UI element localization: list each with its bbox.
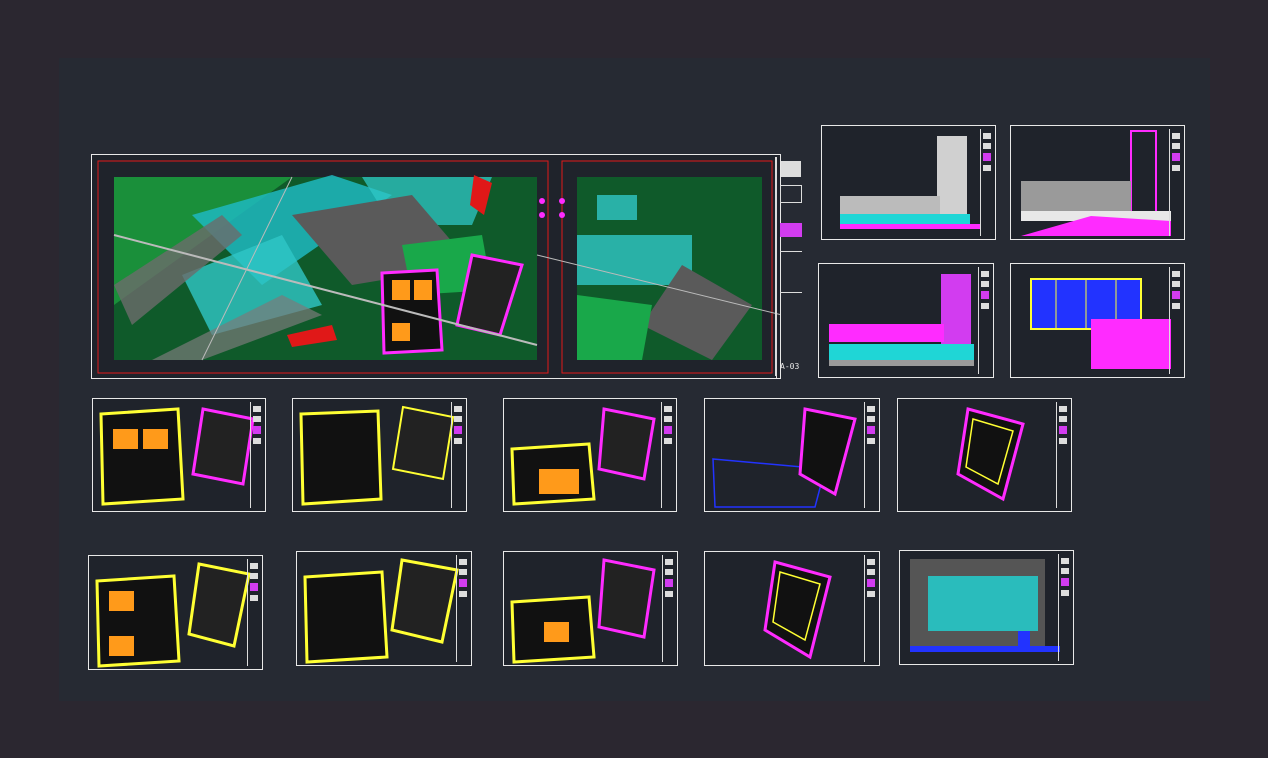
drawing-canvas[interactable]: A-03 [59, 58, 1210, 701]
plan-1-drawing [99, 407, 255, 506]
legend-swatch [780, 223, 802, 237]
elevation-sheet-4[interactable] [1010, 263, 1185, 378]
site-plan-drawing [97, 157, 780, 378]
elevation-2-drawing [1021, 130, 1171, 236]
floor-plan-sheet-5[interactable] [897, 398, 1072, 512]
plan-8-drawing [510, 558, 656, 664]
elevation-5-drawing [910, 559, 1060, 652]
sheet-code: A-03 [780, 362, 800, 371]
site-plan-sheet[interactable] [91, 154, 781, 379]
elevation-1-drawing [840, 136, 980, 229]
plan-9-drawing [763, 560, 832, 660]
floor-plan-sheet-6[interactable] [88, 555, 263, 670]
elevation-3-drawing [829, 274, 974, 366]
floor-plan-sheet-2[interactable] [292, 398, 467, 512]
plan-6-drawing [95, 562, 251, 668]
elevation-sheet-5[interactable] [899, 550, 1074, 665]
site-plan-title-block: A-03 [775, 157, 806, 376]
elevation-sheet-3[interactable] [818, 263, 994, 378]
plan-5-drawing [956, 407, 1025, 502]
floor-plan-sheet-3[interactable] [503, 398, 677, 512]
elevation-sheet-1[interactable] [821, 125, 996, 240]
plan-4-drawing [712, 407, 857, 508]
floor-plan-sheet-8[interactable] [503, 551, 678, 666]
floor-plan-sheet-1[interactable] [92, 398, 266, 512]
elevation-4-drawing [1030, 278, 1171, 369]
plan-7-drawing [303, 558, 459, 664]
floor-plan-sheet-9[interactable] [704, 551, 880, 666]
floor-plan-sheet-7[interactable] [296, 551, 472, 666]
plan-2-drawing [299, 405, 455, 506]
north-arrow-icon [780, 185, 802, 203]
logo-icon [781, 161, 801, 177]
plan-3-drawing [510, 407, 656, 506]
elevation-sheet-2[interactable] [1010, 125, 1185, 240]
floor-plan-sheet-4[interactable] [704, 398, 880, 512]
